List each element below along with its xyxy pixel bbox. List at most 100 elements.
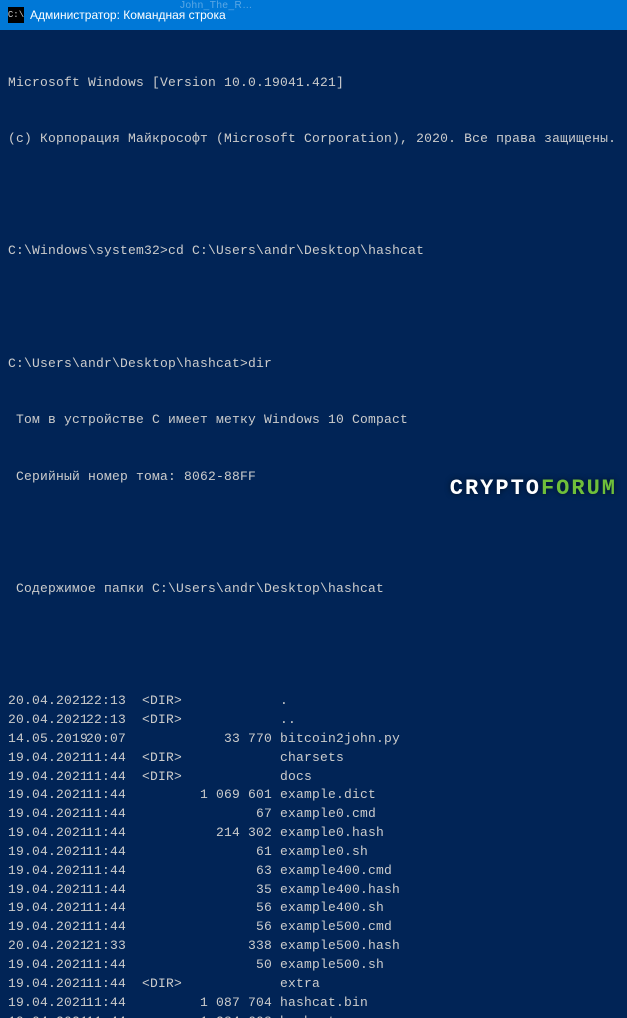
- version-line: Microsoft Windows [Version 10.0.19041.42…: [8, 74, 619, 93]
- entry-name: extra: [280, 975, 320, 994]
- entry-name: docs: [280, 768, 312, 787]
- prompt-path: C:\Users\andr\Desktop\hashcat>: [8, 356, 248, 371]
- entry-name: example.dict: [280, 786, 376, 805]
- cmd-icon: C:\: [8, 7, 24, 23]
- entry-time: 11:44: [86, 881, 142, 900]
- entry-name: example0.cmd: [280, 805, 376, 824]
- entry-date: 20.04.2021: [8, 692, 86, 711]
- entry-dirflag: <DIR>: [142, 692, 198, 711]
- volume-line: Том в устройстве C имеет метку Windows 1…: [8, 411, 619, 430]
- entry-name: example500.sh: [280, 956, 384, 975]
- entry-size: 61: [198, 843, 280, 862]
- blank-line: [8, 299, 619, 317]
- entry-dirflag: [142, 824, 198, 843]
- entry-size: 1 087 704: [198, 994, 280, 1013]
- entry-name: charsets: [280, 749, 344, 768]
- entry-date: 19.04.2021: [8, 749, 86, 768]
- dir-entry: 19.04.202111:44<DIR> charsets: [8, 749, 619, 768]
- entry-dirflag: <DIR>: [142, 749, 198, 768]
- prompt-line-1: C:\Windows\system32>cd C:\Users\andr\Des…: [8, 242, 619, 261]
- dir-entry: 19.04.202111:4456example500.cmd: [8, 918, 619, 937]
- dir-entry: 19.04.202111:44 35example400.hash: [8, 881, 619, 900]
- entry-dirflag: <DIR>: [142, 711, 198, 730]
- entry-date: 19.04.2021: [8, 881, 86, 900]
- entry-dirflag: [142, 994, 198, 1013]
- window-titlebar[interactable]: C:\ Администратор: Командная строка John…: [0, 0, 627, 30]
- entry-size: 1 284 608: [198, 1013, 280, 1018]
- entry-size: [198, 768, 280, 787]
- contents-line: Содержимое папки C:\Users\andr\Desktop\h…: [8, 580, 619, 599]
- entry-date: 19.04.2021: [8, 862, 86, 881]
- entry-name: hashcat.exe: [280, 1013, 368, 1018]
- entry-size: 1 069 601: [198, 786, 280, 805]
- entry-size: 33 770: [198, 730, 280, 749]
- entry-time: 11:44: [86, 918, 142, 937]
- terminal-output[interactable]: Microsoft Windows [Version 10.0.19041.42…: [0, 30, 627, 1018]
- entry-dirflag: [142, 862, 198, 881]
- entry-name: example0.sh: [280, 843, 368, 862]
- entry-name: .: [280, 692, 288, 711]
- entry-name: ..: [280, 711, 296, 730]
- entry-date: 14.05.2019: [8, 730, 86, 749]
- entry-size: [198, 975, 280, 994]
- entry-dirflag: <DIR>: [142, 768, 198, 787]
- entry-size: 67: [198, 805, 280, 824]
- entry-time: 11:44: [86, 843, 142, 862]
- entry-time: 11:44: [86, 994, 142, 1013]
- entry-name: example400.cmd: [280, 862, 392, 881]
- entry-name: example400.sh: [280, 899, 384, 918]
- entry-name: example0.hash: [280, 824, 384, 843]
- prompt-path: C:\Windows\system32>: [8, 243, 168, 258]
- blank-line: [8, 636, 619, 654]
- dir-entry: 20.04.202121:33338example500.hash: [8, 937, 619, 956]
- entry-name: example500.cmd: [280, 918, 392, 937]
- dir-entry: 19.04.202111:4467example0.cmd: [8, 805, 619, 824]
- entry-date: 19.04.2021: [8, 786, 86, 805]
- entry-dirflag: <DIR>: [142, 975, 198, 994]
- entry-time: 11:44: [86, 749, 142, 768]
- entry-size: 50: [198, 956, 280, 975]
- entry-time: 11:44: [86, 768, 142, 787]
- dir-entry: 20.04.202122:13<DIR>..: [8, 711, 619, 730]
- entry-size: 338: [198, 937, 280, 956]
- prompt-cmd: dir: [248, 356, 272, 371]
- entry-size: [198, 711, 280, 730]
- entry-size: 56: [198, 918, 280, 937]
- entry-name: bitcoin2john.py: [280, 730, 400, 749]
- entry-dirflag: [142, 918, 198, 937]
- entry-time: 11:44: [86, 862, 142, 881]
- entry-size: 63: [198, 862, 280, 881]
- entry-name: example400.hash: [280, 881, 400, 900]
- dir-entry: 19.04.202111:44 61example0.sh: [8, 843, 619, 862]
- entry-time: 11:44: [86, 956, 142, 975]
- entry-name: hashcat.bin: [280, 994, 368, 1013]
- titlebar-bg-text: John_The_R…: [180, 0, 253, 11]
- blank-line: [8, 524, 619, 542]
- dir-entry: 20.04.202122:13<DIR>.: [8, 692, 619, 711]
- entry-size: [198, 692, 280, 711]
- entry-dirflag: [142, 805, 198, 824]
- entry-time: 22:13: [86, 692, 142, 711]
- dir-entry: 19.04.202111:44<DIR> extra: [8, 975, 619, 994]
- entry-time: 22:13: [86, 711, 142, 730]
- dir-entry: 19.04.202111:44 1 087 704hashcat.bin: [8, 994, 619, 1013]
- copyright-line: (c) Корпорация Майкрософт (Microsoft Cor…: [8, 130, 619, 149]
- entry-dirflag: [142, 843, 198, 862]
- dir-entry: 19.04.202111:4456example400.sh: [8, 899, 619, 918]
- entry-date: 19.04.2021: [8, 994, 86, 1013]
- entry-time: 11:44: [86, 1013, 142, 1018]
- entry-time: 20:07: [86, 730, 142, 749]
- entry-date: 20.04.2021: [8, 711, 86, 730]
- entry-date: 19.04.2021: [8, 975, 86, 994]
- dir-entry: 19.04.202111:441 069 601example.dict: [8, 786, 619, 805]
- dir-entry: 14.05.201920:07 33 770bitcoin2john.py: [8, 730, 619, 749]
- blank-line: [8, 187, 619, 205]
- entry-time: 11:44: [86, 824, 142, 843]
- entry-dirflag: [142, 1013, 198, 1018]
- entry-name: example500.hash: [280, 937, 400, 956]
- entry-time: 11:44: [86, 975, 142, 994]
- entry-date: 19.04.2021: [8, 843, 86, 862]
- entry-size: 35: [198, 881, 280, 900]
- entry-date: 19.04.2021: [8, 805, 86, 824]
- entry-dirflag: [142, 937, 198, 956]
